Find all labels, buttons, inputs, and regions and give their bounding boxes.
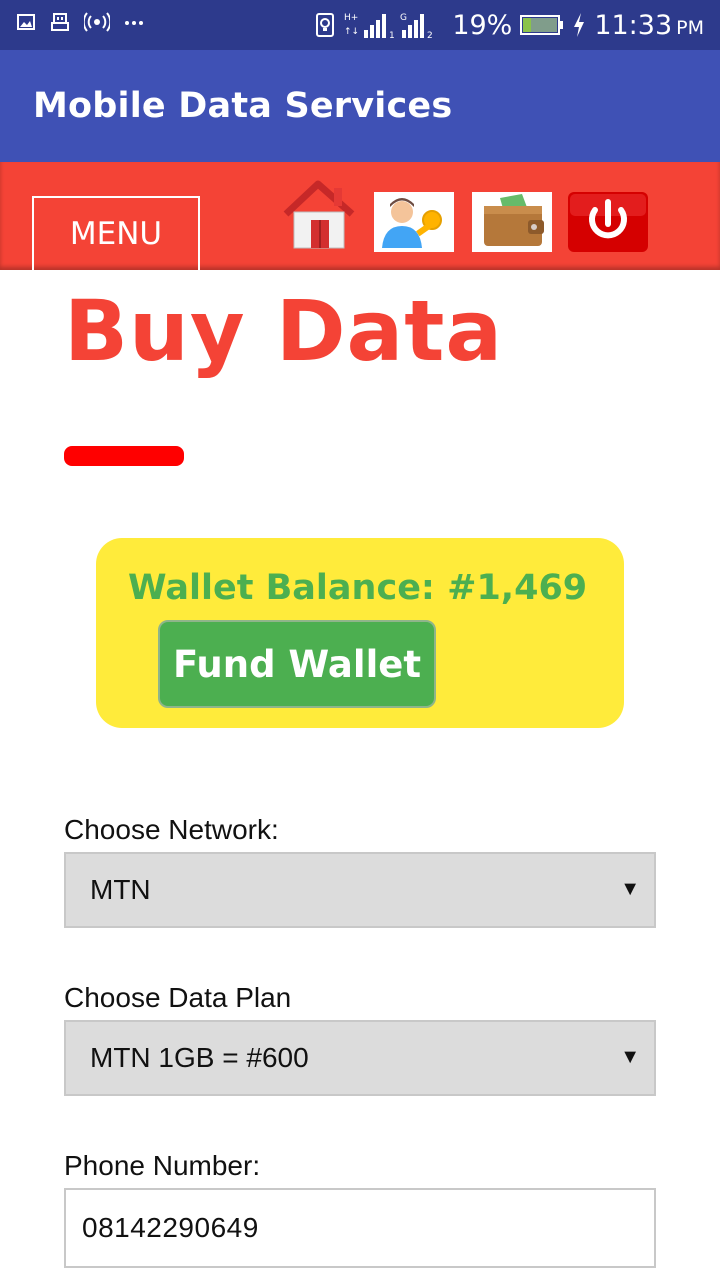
app-title: Mobile Data Services <box>33 86 453 126</box>
status-bar-left <box>16 12 144 32</box>
phone-number-value: 08142290649 <box>82 1212 259 1243</box>
vibrate-icon <box>314 12 336 38</box>
usb-icon <box>50 12 70 32</box>
status-bar: H+ ↑↓ 1 G 2 19% 11:33 PM <box>0 0 720 50</box>
dropdown-arrow-icon: ▼ <box>620 1046 640 1068</box>
image-icon <box>16 12 36 32</box>
battery-icon <box>520 14 564 36</box>
svg-text:↑↓: ↑↓ <box>344 27 359 37</box>
clock-ampm: PM <box>676 17 704 39</box>
svg-text:H+: H+ <box>344 13 358 23</box>
wallet-icon[interactable] <box>472 192 552 252</box>
app-bar: Mobile Data Services <box>0 50 720 162</box>
network-selected-value: MTN <box>90 874 151 905</box>
clock: 11:33 <box>594 9 673 41</box>
svg-text:1: 1 <box>389 31 395 40</box>
phone-label: Phone Number: <box>64 1150 261 1181</box>
charging-icon <box>572 12 586 38</box>
wallet-balance: Wallet Balance: #1,469 <box>128 568 588 608</box>
menu-button[interactable]: MENU <box>32 196 200 270</box>
svg-text:G: G <box>400 13 407 23</box>
home-icon[interactable] <box>280 180 360 249</box>
dropdown-arrow-icon: ▼ <box>620 878 640 900</box>
data-plan-label: Choose Data Plan <box>64 982 292 1013</box>
fund-wallet-button[interactable]: Fund Wallet <box>158 620 436 708</box>
data-plan-selected-value: MTN 1GB = #600 <box>90 1042 309 1073</box>
network-select[interactable]: MTN ▼ <box>64 852 656 928</box>
title-underline <box>64 446 184 466</box>
page-title: Buy Data <box>64 282 504 380</box>
power-icon[interactable] <box>568 192 648 252</box>
phone-number-input[interactable]: 08142290649 <box>64 1188 656 1268</box>
profile-key-icon[interactable] <box>374 192 454 252</box>
svg-text:2: 2 <box>427 31 433 40</box>
network-label: Choose Network: <box>64 814 279 845</box>
data-plan-select[interactable]: MTN 1GB = #600 ▼ <box>64 1020 656 1096</box>
top-nav: MENU <box>0 162 720 270</box>
signal-icon: H+ ↑↓ 1 G 2 <box>344 10 444 40</box>
more-icon <box>124 12 144 32</box>
wallet-card: Wallet Balance: #1,469 Fund Wallet <box>96 538 624 728</box>
status-bar-right: H+ ↑↓ 1 G 2 19% 11:33 PM <box>314 8 704 42</box>
hotspot-icon <box>84 12 110 32</box>
battery-percent: 19% <box>452 9 513 41</box>
